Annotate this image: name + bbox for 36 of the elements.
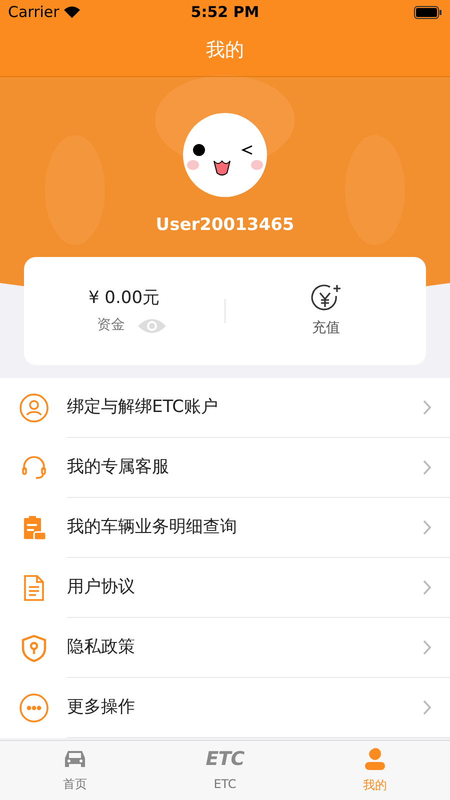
chevron-icon <box>423 580 432 595</box>
menu-item[interactable]: 更多操作 <box>0 678 450 738</box>
menu-label: 隐私政策 <box>67 636 136 659</box>
more-icon <box>19 693 49 723</box>
person-icon <box>19 393 49 423</box>
menu-item[interactable]: 绑定与解绑ETC账户 <box>0 378 450 438</box>
menu-label: 用户协议 <box>67 576 136 599</box>
menu-label: 我的车辆业务明细查询 <box>67 516 238 539</box>
chevron-icon <box>423 460 432 475</box>
wifi-icon <box>63 6 82 19</box>
menu-label: 绑定与解绑ETC账户 <box>67 396 219 419</box>
chevron-icon <box>423 640 432 655</box>
etc-logo: ETC <box>206 748 244 770</box>
menu-item[interactable]: 隐私政策 <box>0 618 450 678</box>
chevron-icon <box>423 400 432 415</box>
menu-label: 我的专属客服 <box>67 456 170 479</box>
menu-item[interactable]: 用户协议 <box>0 558 450 618</box>
tab-item[interactable]: ETC ETC <box>150 741 300 800</box>
balance-amount: ¥ 0.00元 <box>88 286 160 310</box>
menu-label: 更多操作 <box>67 696 136 719</box>
person-icon <box>364 747 386 771</box>
page-title: 我的 <box>206 38 244 64</box>
menu-item[interactable]: 我的车辆业务明细查询 <box>0 498 450 558</box>
battery-icon <box>414 6 442 19</box>
recharge-button[interactable]: 充值 <box>226 284 426 338</box>
tab-item[interactable]: 首页 <box>0 741 150 800</box>
status-time: 5:52 PM <box>190 2 260 24</box>
chevron-icon <box>423 700 432 715</box>
menu-item[interactable]: 我的专属客服 <box>0 438 450 498</box>
car-icon <box>63 748 87 770</box>
username: User20013465 <box>156 214 294 237</box>
shield-icon <box>19 633 49 663</box>
avatar[interactable] <box>183 113 267 197</box>
balance-label: 资金 <box>97 316 125 336</box>
carrier-label: Carrier <box>8 2 60 24</box>
chevron-icon <box>423 520 432 535</box>
